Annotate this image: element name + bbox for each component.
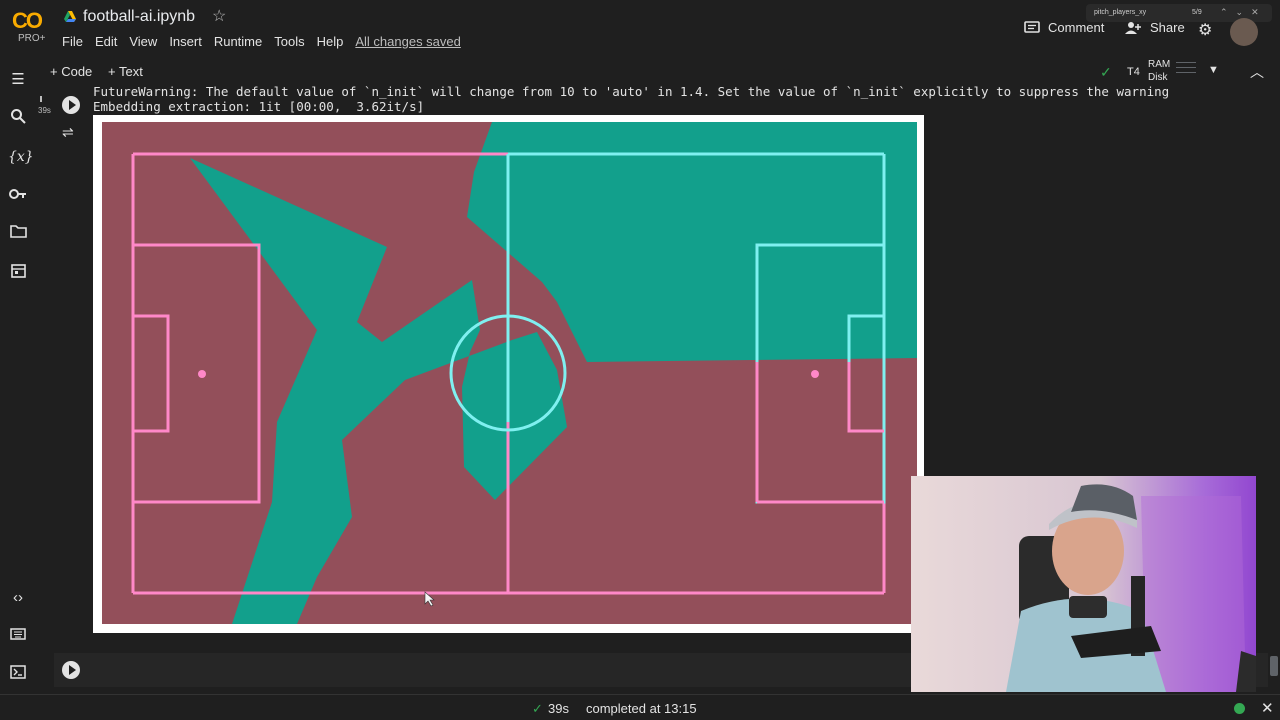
comment-button[interactable]: Comment: [1024, 20, 1104, 35]
status-completed: completed at 13:15: [586, 701, 697, 716]
colab-app: CO PRO+ football-ai.ipynb ☆ File Edit Vi…: [0, 0, 1280, 720]
menu-insert[interactable]: Insert: [169, 34, 202, 49]
run-cell-button[interactable]: [62, 96, 80, 114]
menu-file[interactable]: File: [62, 34, 83, 49]
close-icon[interactable]: ✕: [1261, 699, 1274, 717]
right-penalty-spot: [811, 370, 819, 378]
warning-line: FutureWarning: The default value of `n_i…: [93, 84, 1170, 99]
header: CO PRO+ football-ai.ipynb ☆ File Edit Vi…: [0, 0, 1280, 58]
gear-icon[interactable]: ⚙: [1198, 20, 1212, 40]
notebook-title[interactable]: football-ai.ipynb: [83, 8, 195, 26]
person-add-icon: [1125, 21, 1141, 34]
output-options-icon[interactable]: ⇌: [62, 124, 74, 141]
variables-icon[interactable]: {x}: [8, 147, 34, 167]
search-icon[interactable]: [8, 108, 28, 128]
connected-check-icon: ✓: [1100, 64, 1112, 80]
status-duration: 39s: [548, 701, 569, 716]
colab-logo[interactable]: CO PRO+: [12, 8, 52, 48]
toc-icon[interactable]: ☰: [8, 70, 28, 90]
chevron-up-icon[interactable]: ︿: [1250, 62, 1264, 82]
chevron-down-icon[interactable]: ▼: [1208, 64, 1219, 76]
key-icon[interactable]: [8, 186, 28, 206]
pro-badge: PRO+: [18, 33, 46, 44]
add-code-button[interactable]: + Code: [50, 64, 92, 79]
star-icon[interactable]: ☆: [212, 6, 226, 26]
find-controls-icon[interactable]: ⌃⌄✕: [1220, 7, 1267, 18]
resource-monitor[interactable]: RAM Disk: [1148, 58, 1170, 84]
find-count: 5/9: [1192, 9, 1202, 16]
presenter-video: [1006, 484, 1256, 692]
comment-icon: [1024, 20, 1040, 33]
find-query[interactable]: pitch_players_xy: [1094, 9, 1146, 16]
menu-edit[interactable]: Edit: [95, 34, 117, 49]
notebook-toolbar: + Code + Text: [36, 58, 1280, 86]
drive-icon: [64, 11, 76, 22]
menu-view[interactable]: View: [129, 34, 157, 49]
run-next-cell-button[interactable]: [62, 661, 80, 679]
share-button[interactable]: Share: [1124, 20, 1185, 35]
status-bar: ✓ 39s completed at 13:15 ✕: [0, 694, 1280, 720]
add-text-button[interactable]: + Text: [108, 64, 143, 79]
share-label: Share: [1150, 20, 1185, 35]
calendar-icon[interactable]: [8, 263, 28, 283]
ram-label: RAM: [1148, 59, 1171, 70]
logo-text: CO: [12, 8, 43, 33]
terminal-icon[interactable]: [8, 665, 28, 685]
scrollbar[interactable]: [1270, 656, 1278, 676]
disk-label: Disk: [1148, 72, 1168, 83]
menu-help[interactable]: Help: [317, 34, 344, 49]
left-penalty-spot: [198, 370, 206, 378]
menu-runtime[interactable]: Runtime: [214, 34, 262, 49]
pitch-voronoi-image: [102, 122, 917, 624]
code-snippets-icon[interactable]: ‹›: [8, 588, 28, 608]
webcam-overlay: [911, 476, 1256, 692]
cell-exec-time: 39s: [38, 106, 51, 115]
connection-status-dot: [1234, 703, 1245, 714]
resource-bars: [1176, 62, 1196, 77]
menu-tools[interactable]: Tools: [274, 34, 304, 49]
runtime-type[interactable]: T4: [1127, 66, 1140, 78]
folder-icon[interactable]: [8, 224, 28, 244]
status-check-icon: ✓: [532, 701, 543, 716]
menu-bar: File Edit View Insert Runtime Tools Help…: [62, 34, 473, 49]
cell-indicator: [40, 96, 42, 102]
left-sidebar: ☰ {x} ‹›: [0, 58, 36, 720]
comment-label: Comment: [1048, 20, 1105, 35]
cell-output: FutureWarning: The default value of `n_i…: [93, 84, 1169, 114]
avatar[interactable]: [1230, 18, 1258, 46]
command-palette-icon[interactable]: [8, 626, 28, 646]
progress-line: Embedding extraction: 1it [00:00, 3.62it…: [93, 99, 425, 114]
save-status[interactable]: All changes saved: [355, 34, 461, 49]
